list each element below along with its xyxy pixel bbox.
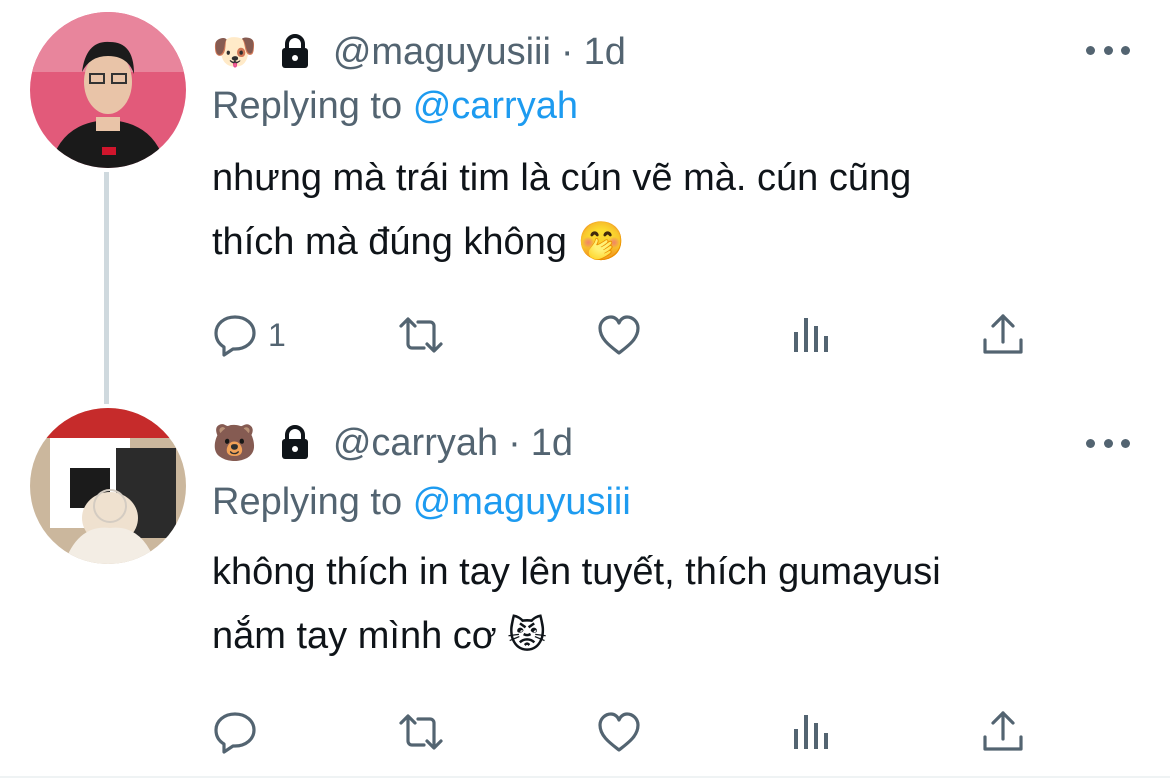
action-bar	[212, 707, 1042, 757]
tweet-text-line-2: nắm tay mình cơ 😾	[212, 615, 547, 657]
replying-to-handle[interactable]: @carryah	[413, 85, 578, 127]
reply-button[interactable]: 1	[212, 310, 286, 360]
views-button[interactable]	[788, 707, 834, 757]
thread-line	[104, 172, 109, 404]
retweet-button[interactable]	[398, 707, 444, 757]
user-handle[interactable]: @maguyusiii	[333, 31, 551, 74]
lock-icon	[281, 425, 308, 459]
separator: ·	[560, 30, 574, 73]
avatar[interactable]	[30, 12, 186, 168]
tweet-1[interactable]: 🐶 @maguyusiii · 1d Replying to @carryah …	[0, 0, 1170, 404]
share-icon	[983, 711, 1023, 751]
like-button[interactable]	[596, 707, 642, 757]
like-button[interactable]	[596, 310, 642, 360]
replying-to: Replying to @carryah	[212, 85, 578, 128]
replying-label: Replying to	[212, 85, 403, 127]
more-icon[interactable]	[1086, 40, 1130, 60]
like-icon	[598, 315, 640, 355]
replying-to: Replying to @maguyusiii	[212, 481, 631, 524]
share-button[interactable]	[980, 310, 1026, 360]
user-handle[interactable]: @carryah	[333, 422, 498, 465]
retweet-button[interactable]	[398, 310, 444, 360]
reply-icon	[214, 315, 256, 357]
tweet-text: nhưng mà trái tim là cún vẽ mà. cún cũng…	[212, 146, 1112, 274]
views-icon	[794, 715, 828, 749]
avatar[interactable]	[30, 408, 186, 564]
views-icon	[794, 318, 828, 352]
timestamp[interactable]: 1d	[584, 31, 626, 74]
bear-emoji: 🐻	[212, 422, 257, 463]
replying-label: Replying to	[212, 481, 403, 523]
tweet-header: 🐻 @carryah · 1d	[212, 411, 573, 475]
dog-emoji: 🐶	[212, 31, 257, 72]
share-button[interactable]	[980, 707, 1026, 757]
reply-button[interactable]	[212, 707, 268, 757]
timestamp[interactable]: 1d	[531, 422, 573, 465]
tweet-text-line-1: không thích in tay lên tuyết, thích guma…	[212, 551, 941, 593]
action-bar: 1	[212, 310, 1042, 360]
more-icon[interactable]	[1086, 433, 1130, 453]
like-icon	[598, 712, 640, 752]
retweet-icon	[399, 317, 443, 353]
reply-count: 1	[268, 316, 286, 353]
tweet-text-line-2: thích mà đúng không 🤭	[212, 221, 625, 263]
tweet-header: 🐶 @maguyusiii · 1d	[212, 20, 626, 84]
reply-icon	[214, 712, 256, 754]
views-button[interactable]	[788, 310, 834, 360]
replying-to-handle[interactable]: @maguyusiii	[413, 481, 631, 523]
tweet-2[interactable]: 🐻 @carryah · 1d Replying to @maguyusiii …	[0, 395, 1170, 778]
share-icon	[983, 314, 1023, 354]
retweet-icon	[399, 714, 443, 750]
tweet-text-line-1: nhưng mà trái tim là cún vẽ mà. cún cũng	[212, 157, 912, 199]
lock-icon	[281, 34, 308, 68]
separator: ·	[508, 421, 521, 464]
tweet-text: không thích in tay lên tuyết, thích guma…	[212, 540, 1112, 668]
